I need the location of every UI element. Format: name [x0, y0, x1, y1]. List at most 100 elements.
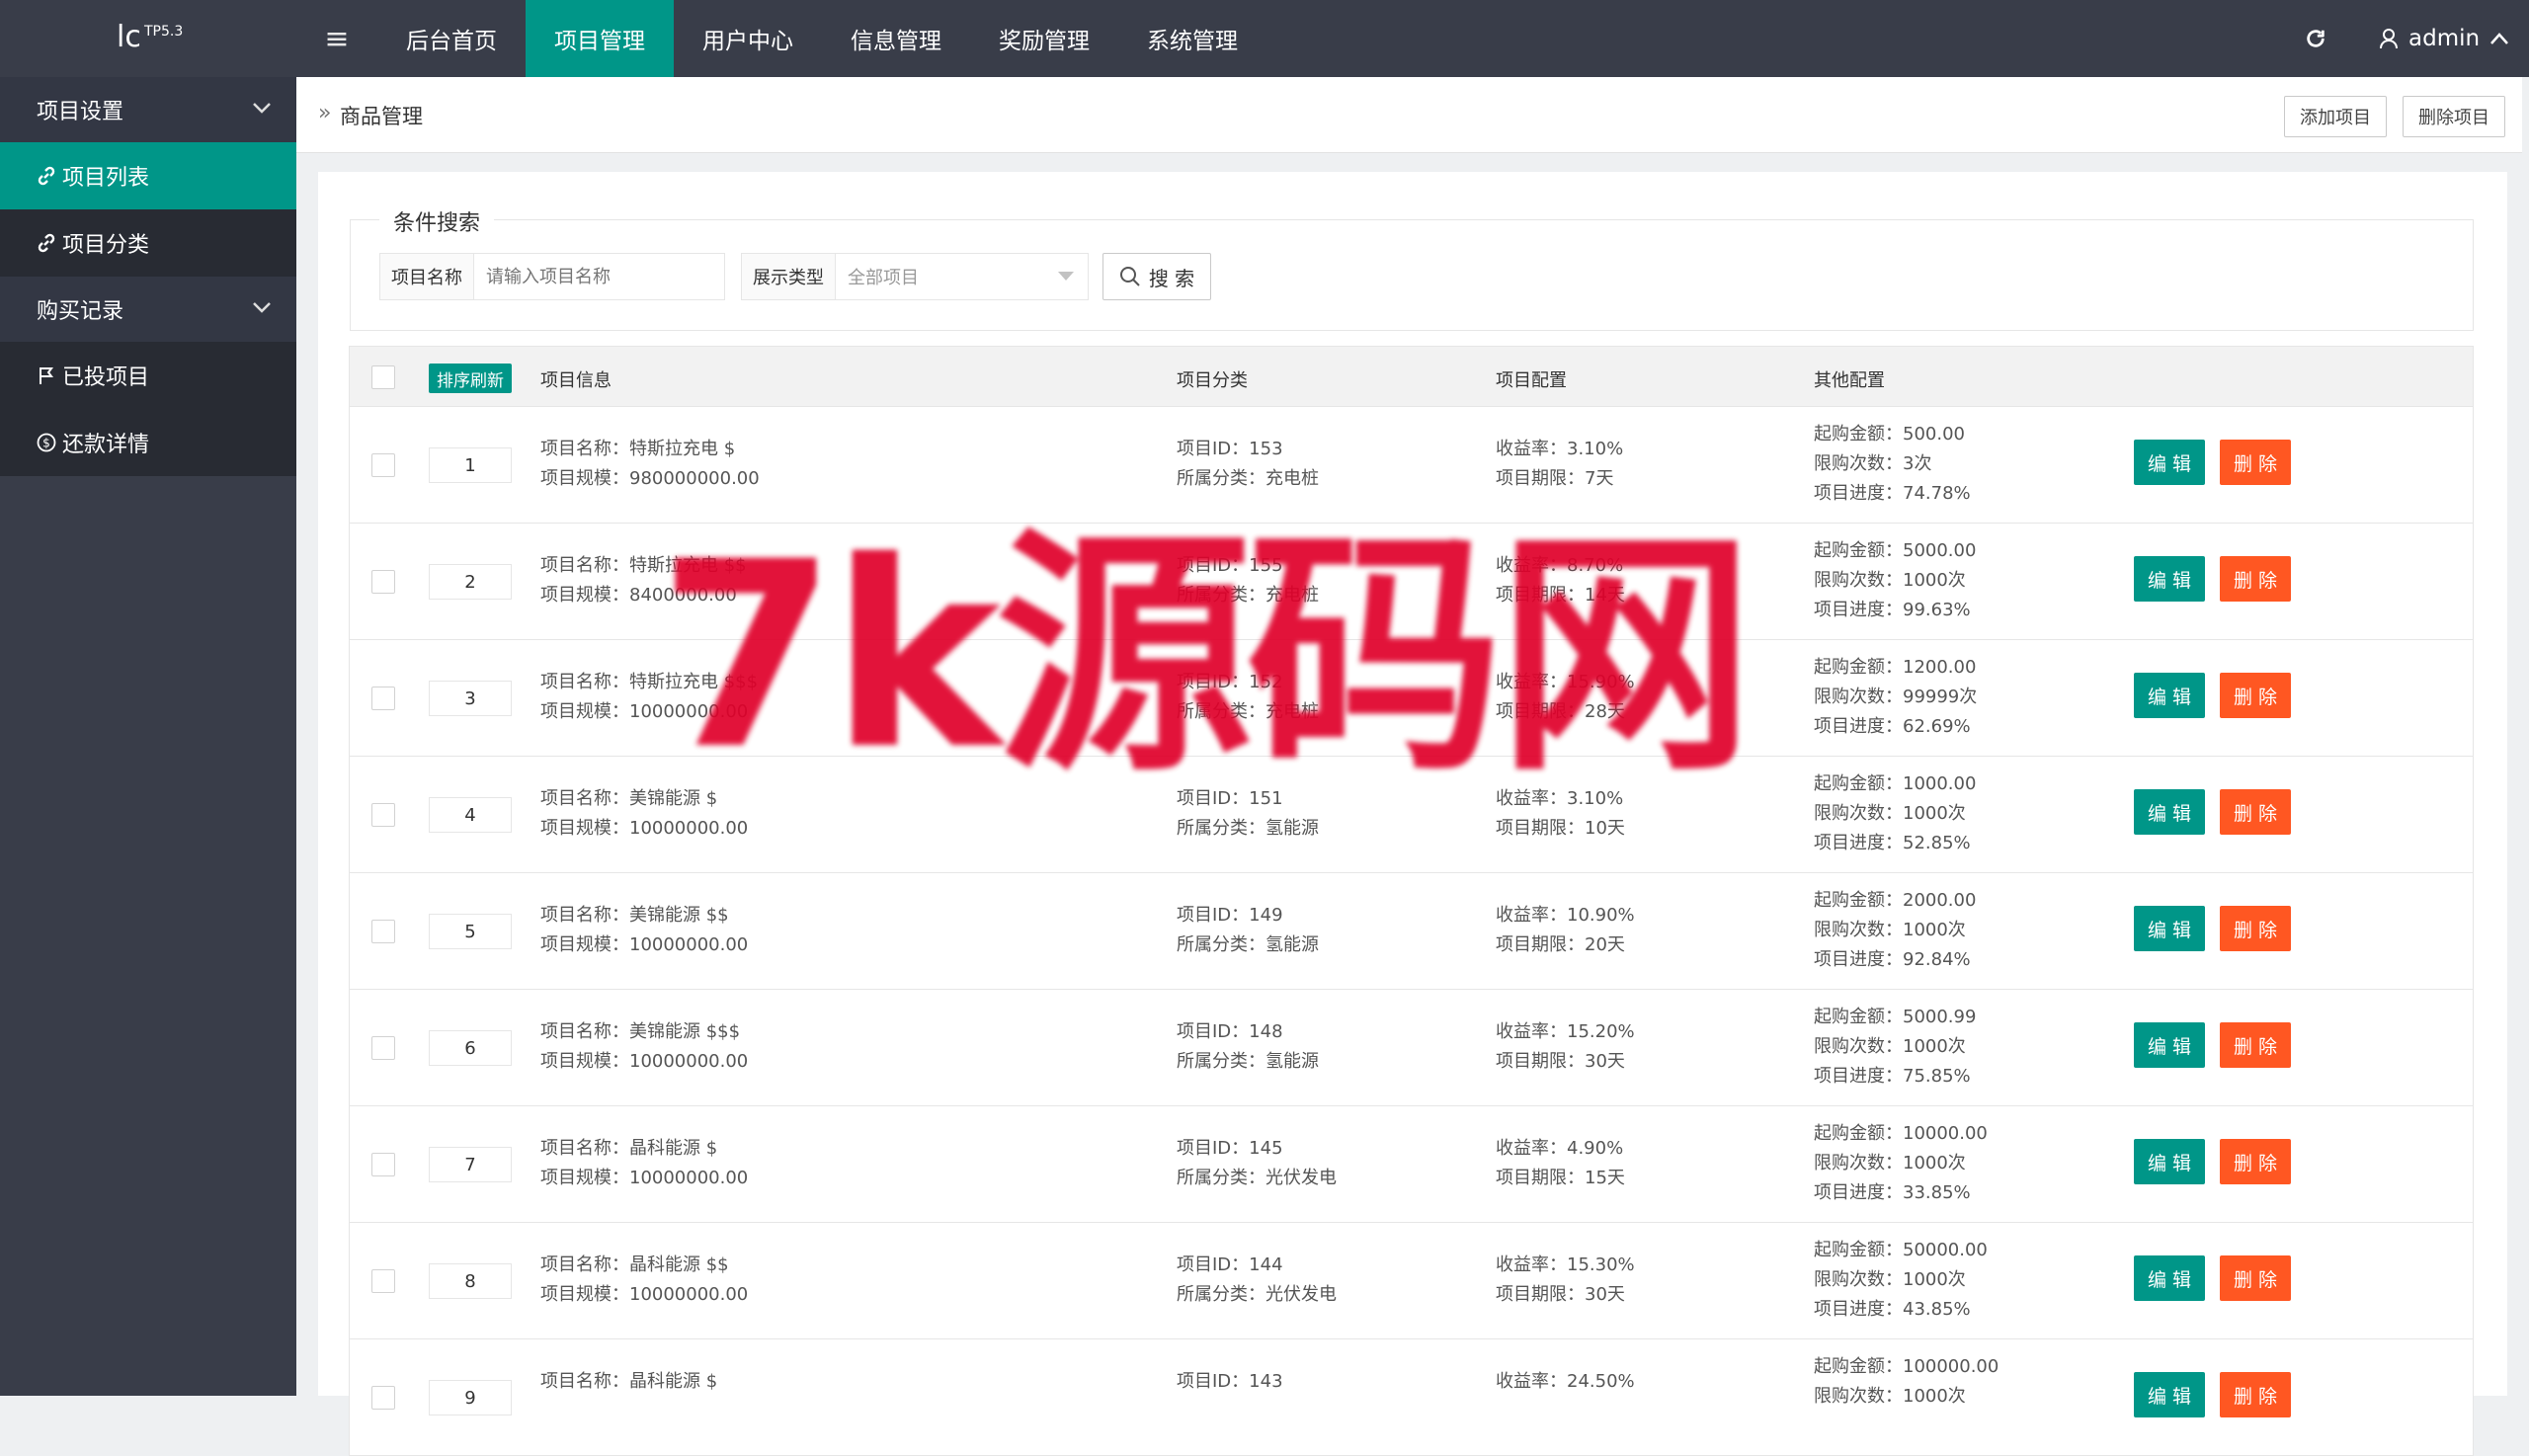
edit-button[interactable]: 编 辑 — [2134, 673, 2205, 718]
project-config: 收益率：10.90% 项目期限：20天 — [1496, 901, 1635, 960]
edit-button[interactable]: 编 辑 — [2134, 789, 2205, 835]
table-row: 项目名称：美锦能源 $$ 项目规模：10000000.00 项目ID：149 所… — [349, 873, 2474, 990]
sort-order-input[interactable] — [429, 1263, 512, 1299]
project-name-input[interactable] — [474, 253, 725, 300]
edit-button[interactable]: 编 辑 — [2134, 440, 2205, 485]
delete-button[interactable]: 删 除 — [2220, 673, 2291, 718]
row-checkbox[interactable] — [371, 1269, 395, 1293]
purchase-limit: 限购次数：1000次 — [1814, 920, 1966, 940]
nav-item-project-management[interactable]: 项目管理 — [526, 0, 674, 77]
row-checkbox[interactable] — [371, 1036, 395, 1060]
row-checkbox[interactable] — [371, 570, 395, 594]
project-info: 项目名称：晶科能源 $$ 项目规模：10000000.00 — [540, 1251, 748, 1310]
add-project-button[interactable]: 添加项目 — [2284, 96, 2387, 137]
sort-refresh-button[interactable]: 排序刷新 — [429, 364, 512, 393]
edit-button[interactable]: 编 辑 — [2134, 556, 2205, 602]
sort-order-input[interactable] — [429, 564, 512, 600]
link-icon — [38, 166, 55, 186]
sidebar-item-project-category[interactable]: 项目分类 — [0, 209, 296, 277]
row-checkbox[interactable] — [371, 1386, 395, 1410]
other-config: 起购金额：10000.00 限购次数：1000次 项目进度：33.85% — [1814, 1119, 1988, 1208]
row-checkbox[interactable] — [371, 803, 395, 827]
sort-order-input[interactable] — [429, 914, 512, 949]
nav-item-reward-management[interactable]: 奖励管理 — [970, 0, 1118, 77]
nav-item-home[interactable]: 后台首页 — [377, 0, 526, 77]
row-checkbox[interactable] — [371, 453, 395, 477]
project-name: 项目名称：美锦能源 $$ — [540, 905, 729, 926]
project-name: 项目名称：晶科能源 $ — [540, 1371, 718, 1392]
row-checkbox[interactable] — [371, 687, 395, 710]
row-checkbox[interactable] — [371, 920, 395, 943]
sort-order-input[interactable] — [429, 1147, 512, 1182]
delete-button[interactable]: 删 除 — [2220, 1139, 2291, 1184]
delete-project-button[interactable]: 删除项目 — [2403, 96, 2505, 137]
sidebar-group-label: 购买记录 — [37, 299, 124, 324]
project-config: 收益率：3.10% 项目期限：7天 — [1496, 435, 1623, 494]
caret-down-icon — [1058, 272, 1074, 281]
project-id: 项目ID：148 — [1177, 1021, 1283, 1042]
sidebar-item-label: 还款详情 — [62, 433, 150, 457]
sort-order-input[interactable] — [429, 447, 512, 483]
delete-button[interactable]: 删 除 — [2220, 556, 2291, 602]
project-scale: 项目规模：980000000.00 — [540, 468, 760, 489]
project-period: 项目期限：10天 — [1496, 818, 1625, 839]
project-id: 项目ID：153 — [1177, 439, 1283, 459]
edit-button[interactable]: 编 辑 — [2134, 1372, 2205, 1417]
refresh-icon[interactable] — [2294, 0, 2337, 77]
project-progress: 项目进度：33.85% — [1814, 1182, 1971, 1203]
edit-button[interactable]: 编 辑 — [2134, 906, 2205, 951]
logo-text: lc — [117, 20, 141, 54]
project-category: 所属分类：氢能源 — [1177, 934, 1319, 955]
project-info: 项目名称：特斯拉充电 $ 项目规模：980000000.00 — [540, 435, 760, 494]
project-period: 项目期限：30天 — [1496, 1284, 1625, 1305]
other-config: 起购金额：2000.00 限购次数：1000次 项目进度：92.84% — [1814, 886, 1976, 975]
nav-item-user-center[interactable]: 用户中心 — [674, 0, 822, 77]
sidebar-item-project-list[interactable]: 项目列表 — [0, 142, 296, 209]
select-all-checkbox[interactable] — [371, 365, 395, 389]
top-nav: 后台首页 项目管理 用户中心 信息管理 奖励管理 系统管理 — [377, 0, 1266, 77]
edit-button[interactable]: 编 辑 — [2134, 1022, 2205, 1068]
table-row: 项目名称：晶科能源 $ 项目规模：10000000.00 项目ID：145 所属… — [349, 1106, 2474, 1223]
min-purchase: 起购金额：2000.00 — [1814, 890, 1977, 911]
user-menu[interactable]: admin — [2379, 0, 2509, 77]
sort-order-input[interactable] — [429, 797, 512, 833]
table-row: 项目名称：特斯拉充电 $ 项目规模：980000000.00 项目ID：153 … — [349, 407, 2474, 524]
min-purchase: 起购金额：5000.00 — [1814, 540, 1977, 561]
sidebar-item-invested-projects[interactable]: 已投项目 — [0, 342, 296, 409]
project-progress: 项目进度：74.78% — [1814, 483, 1971, 504]
nav-item-system-management[interactable]: 系统管理 — [1118, 0, 1266, 77]
sidebar-item-label: 项目列表 — [62, 166, 150, 191]
display-type-select[interactable]: 全部项目 — [836, 253, 1089, 300]
project-category-info: 项目ID：143 — [1177, 1367, 1283, 1397]
delete-button[interactable]: 删 除 — [2220, 1372, 2291, 1417]
row-checkbox[interactable] — [371, 1153, 395, 1176]
delete-button[interactable]: 删 除 — [2220, 1022, 2291, 1068]
delete-button[interactable]: 删 除 — [2220, 906, 2291, 951]
delete-button[interactable]: 删 除 — [2220, 1255, 2291, 1301]
other-config: 起购金额：5000.00 限购次数：1000次 项目进度：99.63% — [1814, 536, 1976, 625]
sidebar-item-repayment-details[interactable]: $ 还款详情 — [0, 409, 296, 476]
edit-button[interactable]: 编 辑 — [2134, 1139, 2205, 1184]
menu-toggle-icon[interactable]: ≡ — [296, 0, 377, 77]
purchase-limit: 限购次数：99999次 — [1814, 687, 1978, 707]
project-name: 项目名称：晶科能源 $ — [540, 1138, 718, 1159]
edit-button[interactable]: 编 辑 — [2134, 1255, 2205, 1301]
other-config: 起购金额：100000.00 限购次数：1000次 — [1814, 1352, 1999, 1412]
delete-button[interactable]: 删 除 — [2220, 789, 2291, 835]
sort-order-input[interactable] — [429, 681, 512, 716]
min-purchase: 起购金额：500.00 — [1814, 424, 1965, 445]
sidebar-group-purchase-records[interactable]: 购买记录 — [0, 277, 296, 342]
flag-icon — [40, 367, 53, 384]
sort-order-input[interactable] — [429, 1380, 512, 1416]
search-button[interactable]: 搜 索 — [1102, 253, 1211, 300]
sort-order-input[interactable] — [429, 1030, 512, 1066]
delete-button[interactable]: 删 除 — [2220, 440, 2291, 485]
column-header-project-info: 项目信息 — [540, 370, 612, 391]
project-info: 项目名称：晶科能源 $ 项目规模：10000000.00 — [540, 1134, 748, 1193]
nav-item-info-management[interactable]: 信息管理 — [822, 0, 970, 77]
app-logo[interactable]: lc TP5.3 — [0, 0, 296, 77]
project-info: 项目名称：美锦能源 $$ 项目规模：10000000.00 — [540, 901, 748, 960]
sidebar-group-project-settings[interactable]: 项目设置 — [0, 77, 296, 142]
column-header-project-category: 项目分类 — [1177, 370, 1248, 391]
project-config: 收益率：4.90% 项目期限：15天 — [1496, 1134, 1625, 1193]
